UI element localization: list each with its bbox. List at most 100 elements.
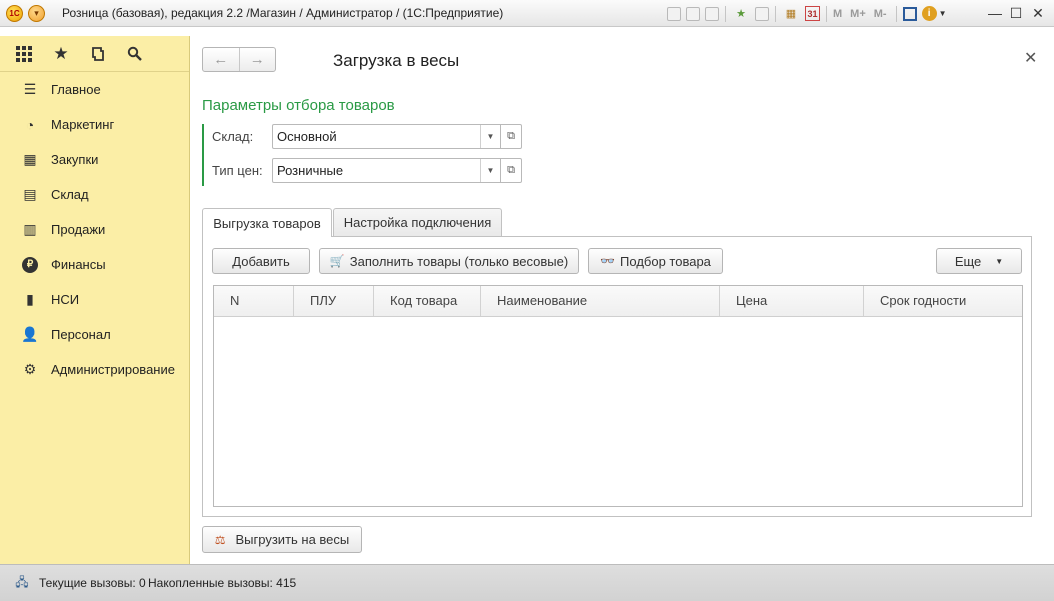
- fill-weighted-button[interactable]: 🛒 Заполнить товары (только весовые): [319, 248, 579, 274]
- forward-arrow-icon[interactable]: →: [238, 48, 276, 71]
- toolbar-divider: [826, 5, 827, 22]
- more-label: Еще: [954, 253, 982, 269]
- panels-icon[interactable]: [902, 6, 917, 21]
- app-logo-icon[interactable]: 1С: [6, 5, 23, 22]
- sidebar-item-label: Закупки: [51, 152, 99, 167]
- column-header-price[interactable]: Цена: [720, 286, 864, 316]
- star-icon[interactable]: ★: [49, 42, 73, 66]
- open-icon[interactable]: ⧉: [500, 159, 521, 182]
- sidebar-item-label: Главное: [51, 82, 101, 97]
- toolbar-divider: [775, 5, 776, 22]
- tab-panel-export: Добавить 🛒 Заполнить товары (только весо…: [202, 236, 1032, 517]
- pick-goods-label: Подбор товара: [620, 253, 711, 269]
- column-header-n[interactable]: N: [214, 286, 294, 316]
- gear-icon: ⚙: [23, 361, 37, 377]
- sidebar-item-label: Финансы: [51, 257, 106, 272]
- tab-export-goods[interactable]: Выгрузка товаров: [202, 208, 332, 237]
- sidebar-item-personnel[interactable]: 👤 Персонал: [0, 317, 189, 352]
- sidebar-item-main[interactable]: ☰ Главное: [0, 72, 189, 107]
- price-type-value[interactable]: Розничные: [273, 159, 480, 182]
- history-icon[interactable]: [755, 6, 769, 21]
- title-toolbar: ★ ▦ 31 M M+ M- i ▼: [667, 4, 952, 23]
- m-plus-icon[interactable]: M+: [850, 5, 866, 23]
- column-header-name[interactable]: Наименование: [481, 286, 720, 316]
- window-title-bar: 1С ▾ Розница (базовая), редакция 2.2 /Ма…: [0, 0, 1054, 27]
- apps-grid-icon[interactable]: [12, 42, 36, 66]
- server-calls-icon[interactable]: 🖧: [12, 574, 32, 592]
- form-area: ← → Загрузка в весы ✕ Параметры отбора т…: [190, 36, 1050, 564]
- sidebar-item-administration[interactable]: ⚙ Администрирование: [0, 352, 189, 387]
- group-accent-bar: [202, 124, 204, 186]
- calendar-icon[interactable]: 31: [805, 6, 820, 21]
- pie-chart-icon: ◔: [25, 116, 35, 133]
- fill-weighted-label: Заполнить товары (только весовые): [349, 253, 569, 269]
- close-icon[interactable]: ✕: [1024, 48, 1037, 68]
- page-title: Загрузка в весы: [333, 51, 460, 70]
- minimize-button[interactable]: —: [986, 4, 1004, 22]
- price-type-field[interactable]: Розничные ▼ ⧉: [272, 158, 522, 183]
- maximize-button[interactable]: ☐: [1007, 4, 1025, 22]
- section-title: Параметры отбора товаров: [202, 97, 395, 114]
- sidebar-item-finance[interactable]: ₽ Финансы: [0, 247, 189, 282]
- save-icon[interactable]: [667, 6, 681, 21]
- sidebar-item-warehouse[interactable]: ▤ Склад: [0, 177, 189, 212]
- sidebar-item-nsi[interactable]: ▮ НСИ: [0, 282, 189, 317]
- close-window-button[interactable]: ✕: [1029, 4, 1047, 22]
- main-menu-icon[interactable]: ▾: [28, 5, 45, 22]
- goods-table[interactable]: N ПЛУ Код товара Наименование Цена Срок …: [213, 285, 1023, 507]
- sidebar-item-marketing[interactable]: ◔ Маркетинг: [0, 107, 189, 142]
- add-button[interactable]: Добавить: [212, 248, 310, 274]
- dropdown-arrow-icon[interactable]: ▼: [480, 159, 500, 182]
- warehouse-field[interactable]: Основной ▼ ⧉: [272, 124, 522, 149]
- history-icon[interactable]: [86, 42, 110, 66]
- preview-icon[interactable]: [705, 6, 719, 21]
- toolbar-divider: [725, 5, 726, 22]
- fill-icon: 🛒: [329, 254, 345, 268]
- m-memory-icon[interactable]: M: [833, 5, 842, 23]
- menu-lines-icon: ☰: [23, 81, 37, 97]
- sections-top-toolbar: ★: [0, 36, 189, 72]
- search-icon[interactable]: [123, 42, 147, 66]
- accumulated-calls-text: Накопленные вызовы: 415: [148, 576, 297, 590]
- binoculars-icon: 👓: [600, 254, 616, 268]
- print-icon[interactable]: [686, 6, 700, 21]
- column-header-plu[interactable]: ПЛУ: [294, 286, 374, 316]
- status-bar: 🖧 Текущие вызовы: 0 Накопленные вызовы: …: [0, 564, 1054, 601]
- table-header: N ПЛУ Код товара Наименование Цена Срок …: [214, 286, 1022, 317]
- info-icon[interactable]: i: [921, 6, 937, 21]
- open-icon[interactable]: ⧉: [500, 125, 521, 148]
- upload-to-scales-label: Выгрузить на весы: [235, 532, 350, 547]
- sidebar-item-purchases[interactable]: ▦ Закупки: [0, 142, 189, 177]
- calculator-icon[interactable]: ▦: [782, 5, 800, 23]
- column-header-expiry[interactable]: Срок годности: [864, 286, 1022, 316]
- dropdown-arrow-icon[interactable]: ▼: [480, 125, 500, 148]
- upload-to-scales-button[interactable]: ⚖ Выгрузить на весы: [202, 526, 362, 553]
- warehouse-icon: ▤: [23, 186, 37, 202]
- sidebar-item-label: Продажи: [51, 222, 106, 237]
- favorites-icon[interactable]: ★: [732, 5, 750, 23]
- column-header-code[interactable]: Код товара: [374, 286, 481, 316]
- catalog-icon: ▮: [26, 291, 34, 307]
- pick-goods-button[interactable]: 👓 Подбор товара: [588, 248, 723, 274]
- window-title: Розница (базовая), редакция 2.2 /Магазин…: [62, 6, 504, 20]
- info-dropdown-icon[interactable]: ▼: [939, 5, 947, 23]
- price-type-label: Тип цен:: [212, 163, 263, 178]
- back-arrow-icon[interactable]: ←: [203, 48, 239, 71]
- cart-icon: ▦: [23, 151, 37, 167]
- scales-upload-icon: ⚖: [214, 532, 226, 547]
- sidebar-item-label: Склад: [51, 187, 89, 202]
- warehouse-label: Склад:: [212, 129, 254, 144]
- toolbar-divider: [895, 5, 897, 22]
- sidebar-item-label: Администрирование: [51, 362, 175, 377]
- more-button[interactable]: Еще ▼: [936, 248, 1022, 274]
- sidebar-item-sales[interactable]: ▥ Продажи: [0, 212, 189, 247]
- m-minus-icon[interactable]: M-: [874, 5, 887, 23]
- warehouse-value[interactable]: Основной: [273, 125, 480, 148]
- navigation-buttons: ← →: [202, 47, 276, 72]
- tab-connection-settings[interactable]: Настройка подключения: [333, 208, 502, 236]
- person-icon: 👤: [21, 326, 39, 342]
- basket-icon: ▥: [23, 221, 37, 237]
- sidebar-item-label: НСИ: [51, 292, 80, 307]
- ruble-icon: ₽: [22, 256, 38, 273]
- sidebar-item-label: Персонал: [51, 327, 111, 342]
